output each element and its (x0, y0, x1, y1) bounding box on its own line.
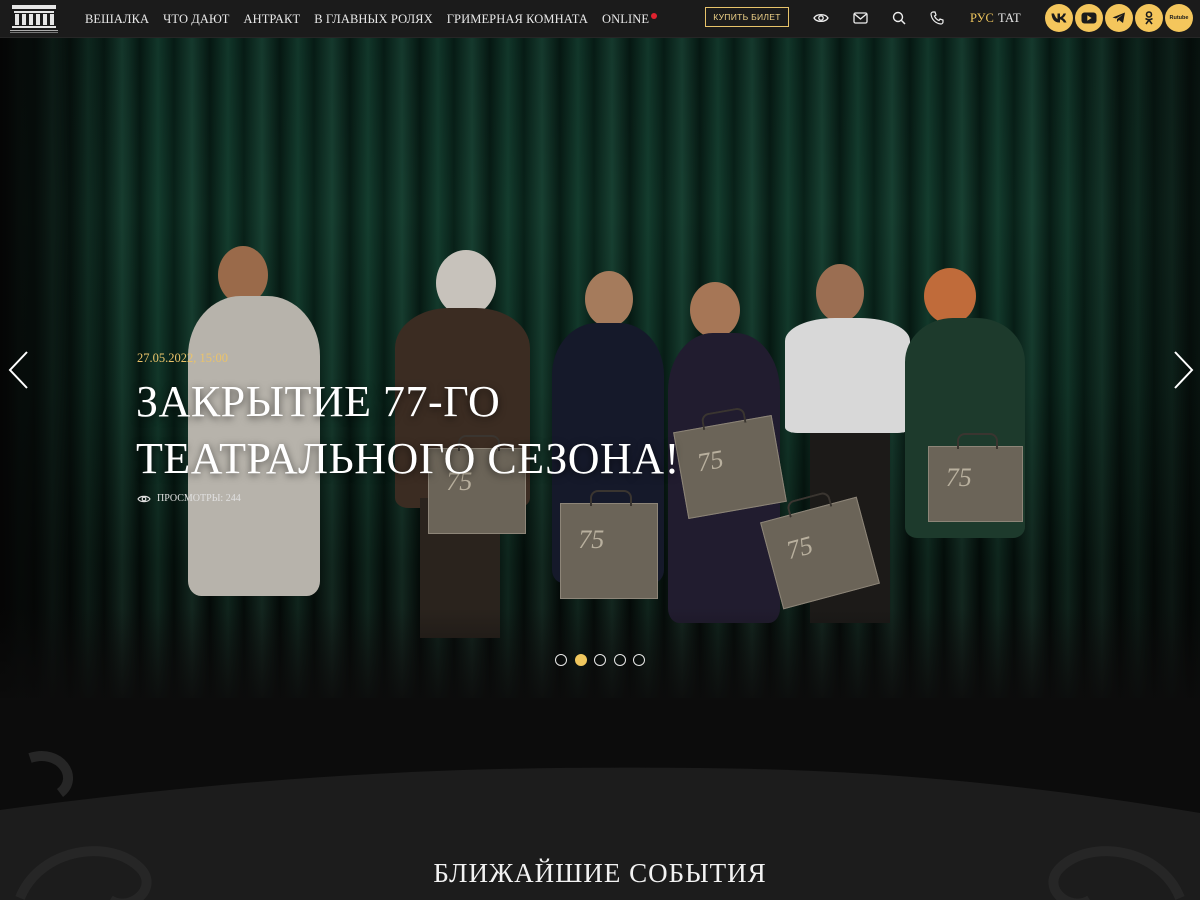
hero-title-line-2: ТЕАТРАЛЬНОГО СЕЗОНА! (136, 434, 680, 483)
eye-icon (137, 495, 151, 502)
gift-bag: 75 (560, 490, 658, 599)
live-dot-icon (651, 12, 658, 19)
mail-icon[interactable] (851, 9, 869, 27)
gift-bag: 75 (673, 414, 787, 520)
nav-item-online[interactable]: ONLINE (602, 11, 658, 27)
site-header: ВЕШАЛКА ЧТО ДАЮТ АНТРАКТ В ГЛАВНЫХ РОЛЯХ… (0, 0, 1200, 38)
slide-dot-1[interactable] (555, 654, 567, 666)
nav-item-online-label: ONLINE (602, 11, 650, 26)
upcoming-events-section: БЛИЖАЙШИЕ СОБЫТИЯ (0, 738, 1200, 900)
gift-bag: 75 (928, 433, 1023, 522)
slide-dot-5[interactable] (633, 654, 645, 666)
slide-dot-2[interactable] (574, 654, 587, 666)
nav-item-grimernaya[interactable]: ГРИМЕРНАЯ КОМНАТА (447, 12, 588, 27)
theatre-logo[interactable] (8, 2, 60, 35)
rutube-label: Rutube (1169, 15, 1189, 21)
nav-item-v-glavnyh-rolyah[interactable]: В ГЛАВНЫХ РОЛЯХ (314, 12, 433, 27)
section-title: БЛИЖАЙШИЕ СОБЫТИЯ (433, 858, 767, 888)
slider-pagination (555, 654, 653, 666)
phone-icon[interactable] (928, 9, 946, 27)
lang-tat[interactable]: ТАТ (998, 11, 1021, 26)
vk-icon[interactable] (1045, 4, 1073, 32)
telegram-icon[interactable] (1105, 4, 1133, 32)
lang-rus[interactable]: РУС (970, 11, 994, 26)
main-nav: ВЕШАЛКА ЧТО ДАЮТ АНТРАКТ В ГЛАВНЫХ РОЛЯХ… (85, 0, 671, 38)
eye-icon[interactable] (812, 9, 830, 27)
hero-slider: 75 75 75 75 75 27.05.2022, 15:00 ЗАКРЫТИ… (0, 38, 1200, 738)
event-date: 27.05.2022, 15:00 (137, 351, 228, 365)
nav-item-antrakt[interactable]: АНТРАКТ (243, 12, 300, 27)
hero-title[interactable]: ЗАКРЫТИЕ 77-ГО ТЕАТРАЛЬНОГО СЕЗОНА! (136, 373, 680, 487)
rutube-icon[interactable]: Rutube (1165, 4, 1193, 32)
nav-item-veshalka[interactable]: ВЕШАЛКА (85, 12, 149, 27)
next-slide-arrow[interactable] (1170, 350, 1196, 390)
slide-dot-3[interactable] (594, 654, 606, 666)
slide-dot-4[interactable] (613, 654, 626, 666)
buy-ticket-button[interactable]: КУПИТЬ БИЛЕТ (705, 7, 789, 27)
views-label: ПРОСМОТРЫ: 244 (157, 493, 241, 504)
prev-slide-arrow[interactable] (6, 350, 32, 390)
views-counter: ПРОСМОТРЫ: 244 (137, 493, 241, 504)
hero-title-line-1: ЗАКРЫТИЕ 77-ГО (136, 377, 501, 426)
youtube-icon[interactable] (1075, 4, 1103, 32)
odnoklassniki-icon[interactable] (1135, 4, 1163, 32)
nav-item-chto-dayut[interactable]: ЧТО ДАЮТ (163, 12, 229, 27)
search-icon[interactable] (890, 9, 908, 27)
